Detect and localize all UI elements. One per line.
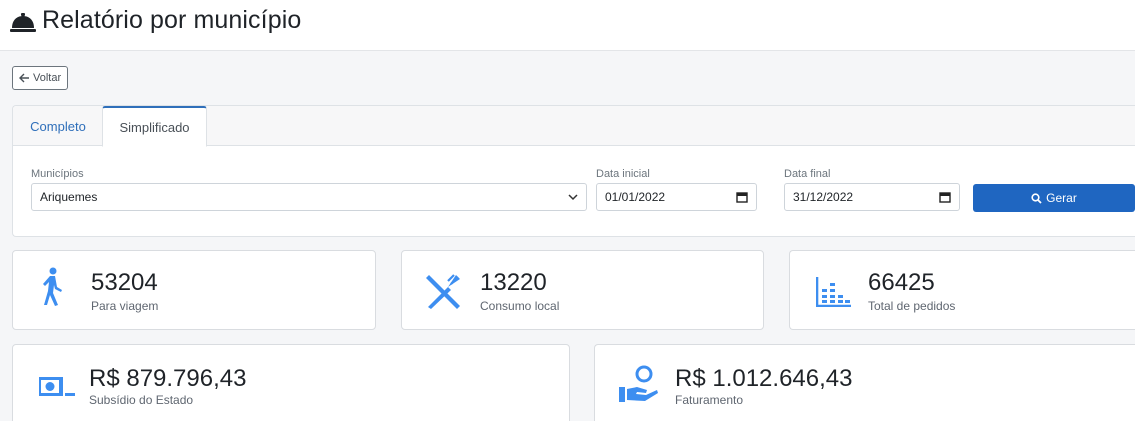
bar-chart-icon (816, 277, 851, 307)
fork-knife-icon (426, 274, 460, 309)
stat-caption: Faturamento (675, 393, 744, 407)
stat-value: R$ 1.012.646,43 (675, 365, 853, 392)
stat-card-consumo-local: 13220 Consumo local (401, 250, 764, 330)
page-title: Relatório por município (42, 6, 302, 34)
municipio-label: Municípios (31, 168, 84, 180)
data-final-label: Data final (784, 168, 831, 180)
calendar-icon[interactable] (736, 191, 748, 203)
arrow-left-icon (19, 73, 29, 83)
page-header: Relatório por município (0, 0, 1135, 51)
stat-value: R$ 879.796,43 (89, 365, 247, 392)
money-bill-icon (39, 377, 75, 396)
chevron-down-icon (568, 194, 578, 201)
stat-card-para-viagem: 53204 Para viagem (12, 250, 376, 330)
walking-person-icon (43, 267, 62, 306)
municipio-value: Ariquemes (40, 190, 98, 204)
stat-value: 13220 (480, 269, 547, 296)
stat-caption: Consumo local (480, 299, 560, 313)
stat-caption: Subsídio do Estado (89, 393, 194, 407)
back-button[interactable]: Voltar (12, 66, 69, 90)
tab-completo[interactable]: Completo (13, 106, 103, 146)
stat-caption: Para viagem (91, 299, 159, 313)
report-filter-card: Completo Simplificado Municípios Ariquem… (12, 105, 1135, 237)
data-inicial-value: 01/01/2022 (605, 190, 666, 204)
service-bell-icon (10, 13, 36, 32)
data-inicial-input[interactable]: 01/01/2022 (596, 183, 757, 211)
stat-caption: Total de pedidos (868, 299, 956, 313)
calendar-icon[interactable] (939, 191, 951, 203)
data-inicial-label: Data inicial (596, 168, 650, 180)
gerar-label: Gerar (1046, 191, 1077, 205)
stat-card-subsidio: R$ 879.796,43 Subsídio do Estado (12, 344, 570, 421)
municipio-select[interactable]: Ariquemes (31, 183, 587, 211)
search-icon (1031, 192, 1042, 204)
tab-simplificado[interactable]: Simplificado (102, 106, 207, 147)
stat-value: 53204 (91, 269, 158, 296)
stat-card-faturamento: R$ 1.012.646,43 Faturamento (594, 344, 1135, 421)
back-button-label: Voltar (33, 72, 62, 84)
stat-card-total-pedidos: 66425 Total de pedidos (789, 250, 1135, 330)
gerar-button[interactable]: Gerar (973, 184, 1135, 212)
data-final-input[interactable]: 31/12/2022 (784, 183, 960, 211)
hand-holding-coin-icon (619, 365, 658, 402)
data-final-value: 31/12/2022 (793, 190, 854, 204)
stat-value: 66425 (868, 269, 935, 296)
